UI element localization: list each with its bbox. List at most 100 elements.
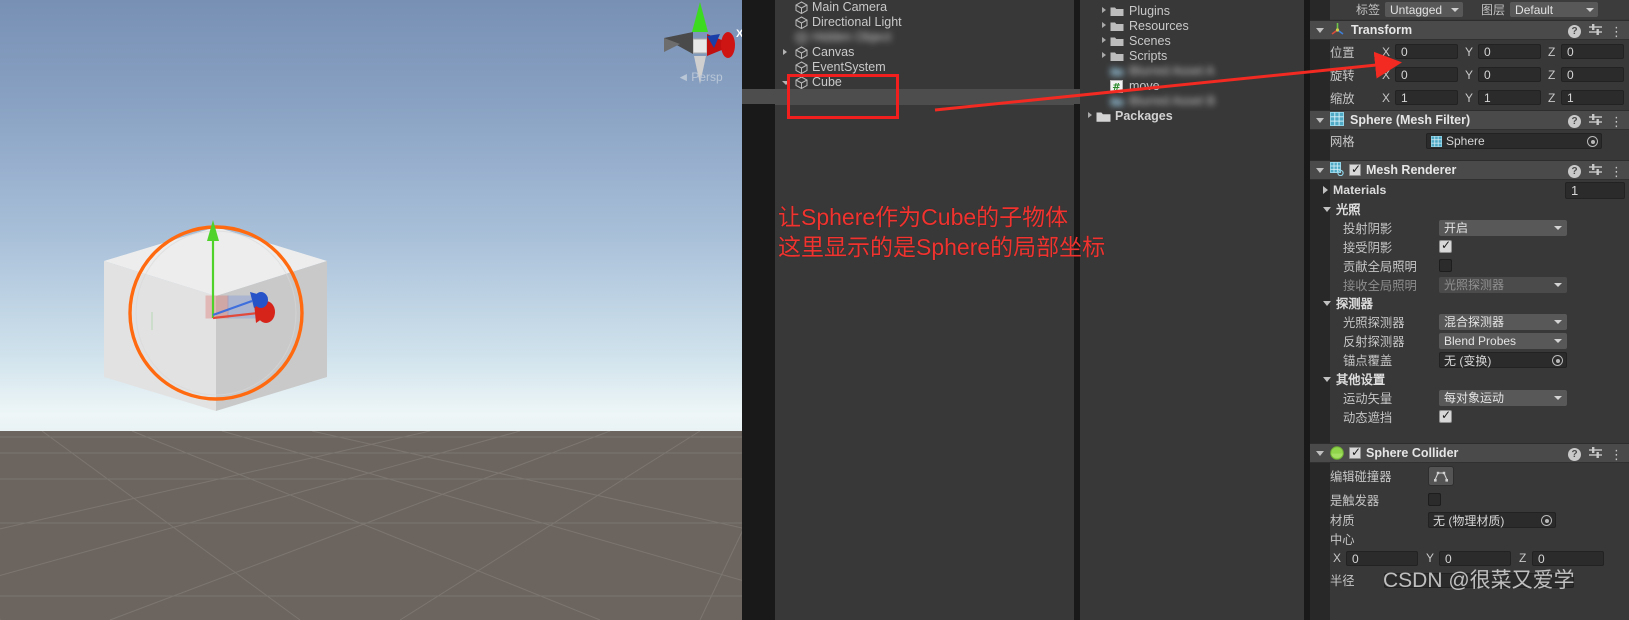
transform-y-field[interactable]: 1	[1478, 90, 1541, 105]
reflection-probes-dropdown[interactable]: Blend Probes	[1439, 332, 1567, 349]
anchor-override-field[interactable]: 无 (变换)	[1439, 352, 1567, 368]
project-item-blurred-asset-b[interactable]: Blurred Asset B	[1080, 93, 1310, 108]
hierarchy-item-main-camera[interactable]: Main Camera	[775, 0, 1080, 15]
transform-y-field[interactable]: 0	[1478, 44, 1541, 59]
hierarchy-item-hidden-object[interactable]: Hidden Object	[775, 30, 1080, 45]
project-item-scripts[interactable]: Scripts	[1080, 48, 1310, 63]
probes-section[interactable]: 探测器	[1310, 294, 1629, 312]
motion-vectors-dropdown[interactable]: 每对象运动	[1439, 389, 1567, 406]
mesh-object-field[interactable]: Sphere	[1426, 133, 1602, 149]
project-item-plugins[interactable]: Plugins	[1080, 3, 1310, 18]
transform-header-tools[interactable]: ? ⋮	[1568, 24, 1623, 39]
hierarchy-item-eventsystem[interactable]: EventSystem	[775, 60, 1080, 75]
layer-dropdown[interactable]: Default	[1510, 2, 1599, 17]
sphere-collider-foldout-icon[interactable]	[1316, 450, 1324, 456]
transform-foldout-icon[interactable]	[1316, 27, 1324, 33]
materials-foldout-icon[interactable]	[1323, 186, 1328, 194]
mesh-renderer-header[interactable]: Mesh Renderer ? ⋮	[1310, 160, 1629, 180]
hierarchy-item-label: Canvas	[812, 45, 855, 59]
kebab-menu-icon[interactable]: ⋮	[1610, 448, 1623, 461]
transform-x-field[interactable]: 0	[1395, 67, 1458, 82]
object-picker-icon[interactable]	[1552, 355, 1563, 366]
transform-scale-row: 缩放 X 1 Y 1 Z 1	[1310, 86, 1629, 109]
project-twirl-icon[interactable]	[1102, 22, 1106, 28]
is-trigger-checkbox[interactable]	[1428, 493, 1441, 506]
project-item-move[interactable]: # move	[1080, 78, 1310, 93]
transform-y-field[interactable]: 0	[1478, 67, 1541, 82]
preset-icon[interactable]	[1589, 447, 1602, 462]
gameobject-icon	[795, 1, 808, 15]
preset-icon[interactable]	[1589, 24, 1602, 39]
hierarchy-twirl-icon[interactable]	[783, 49, 787, 55]
project-twirl-icon[interactable]	[1102, 7, 1106, 13]
edit-collider-button[interactable]	[1428, 466, 1454, 486]
gameobject-icon	[795, 46, 808, 60]
materials-count-field[interactable]: 1	[1565, 181, 1625, 199]
transform-z-field[interactable]: 1	[1561, 90, 1624, 105]
help-icon[interactable]: ?	[1568, 115, 1581, 128]
mesh-renderer-foldout-icon[interactable]	[1316, 167, 1324, 173]
object-picker-icon[interactable]	[1541, 515, 1552, 526]
project-item-label: move	[1129, 78, 1160, 93]
folder-icon	[1110, 50, 1124, 62]
preset-icon[interactable]	[1589, 114, 1602, 129]
dynamic-occlusion-checkbox[interactable]	[1439, 408, 1452, 423]
scene-view[interactable]: ◄ Persp X	[0, 0, 742, 620]
project-panel[interactable]: Plugins Resources Scenes Scripts Blurred Ass…	[1080, 0, 1310, 620]
axis-z-label: Z	[1548, 44, 1556, 59]
dynamic-occlusion-label: 动态遮挡	[1343, 410, 1393, 425]
projection-mode-text: Persp	[691, 70, 723, 84]
lighting-label: 光照	[1336, 203, 1361, 217]
mesh-renderer-header-tools[interactable]: ? ⋮	[1568, 164, 1623, 179]
additional-settings-foldout-icon[interactable]	[1323, 376, 1331, 382]
lighting-foldout-icon[interactable]	[1323, 206, 1331, 212]
kebab-menu-icon[interactable]: ⋮	[1610, 165, 1623, 178]
project-twirl-icon[interactable]	[1088, 112, 1092, 118]
transform-row-label: 位置	[1330, 45, 1355, 60]
hierarchy-item-directional-light[interactable]: Directional Light	[775, 15, 1080, 30]
transform-header[interactable]: Transform ? ⋮	[1310, 20, 1629, 40]
additional-settings-section[interactable]: 其他设置	[1310, 370, 1629, 388]
object-picker-icon[interactable]	[1587, 136, 1598, 147]
scene-projection-label[interactable]: ◄ Persp	[660, 70, 740, 84]
transform-x-field[interactable]: 1	[1395, 90, 1458, 105]
help-icon[interactable]: ?	[1568, 448, 1581, 461]
receive-shadows-checkbox[interactable]	[1439, 238, 1452, 253]
transform-x-field[interactable]: 0	[1395, 44, 1458, 59]
mesh-label: 网格	[1330, 135, 1355, 149]
transform-z-field[interactable]: 0	[1561, 67, 1624, 82]
mesh-filter-header-tools[interactable]: ? ⋮	[1568, 114, 1623, 129]
project-twirl-icon[interactable]	[1102, 37, 1106, 43]
project-item-scenes[interactable]: Scenes	[1080, 33, 1310, 48]
project-item-blurred-asset-a[interactable]: Blurred Asset A	[1080, 63, 1310, 78]
mesh-filter-foldout-icon[interactable]	[1316, 117, 1324, 123]
project-item-packages[interactable]: Packages	[1080, 108, 1310, 123]
kebab-menu-icon[interactable]: ⋮	[1610, 115, 1623, 128]
mesh-filter-header[interactable]: Sphere (Mesh Filter) ? ⋮	[1310, 110, 1629, 130]
reflection-probes-row: 反射探测器 Blend Probes	[1310, 331, 1629, 350]
sphere-collider-header[interactable]: Sphere Collider ? ⋮	[1310, 443, 1629, 463]
project-item-resources[interactable]: Resources	[1080, 18, 1310, 33]
contribute-gi-checkbox[interactable]	[1439, 259, 1452, 272]
tag-dropdown[interactable]: Untagged	[1385, 2, 1464, 17]
help-icon[interactable]: ?	[1568, 25, 1581, 38]
hierarchy-item-canvas[interactable]: Canvas	[775, 45, 1080, 60]
help-icon[interactable]: ?	[1568, 165, 1581, 178]
mesh-renderer-icon	[1330, 161, 1344, 179]
light-probes-dropdown[interactable]: 混合探测器	[1439, 313, 1567, 330]
physic-material-field[interactable]: 无 (物理材质)	[1428, 512, 1556, 528]
sphere-collider-header-tools[interactable]: ? ⋮	[1568, 447, 1623, 462]
preset-icon[interactable]	[1589, 164, 1602, 179]
materials-row[interactable]: Materials 1	[1310, 180, 1629, 200]
cast-shadows-dropdown[interactable]: 开启	[1439, 219, 1567, 236]
reflection-probes-label: 反射探测器	[1343, 334, 1405, 349]
lighting-section[interactable]: 光照	[1310, 200, 1629, 218]
kebab-menu-icon[interactable]: ⋮	[1610, 25, 1623, 38]
transform-z-field[interactable]: 0	[1561, 44, 1624, 59]
probes-foldout-icon[interactable]	[1323, 300, 1331, 306]
dynamic-occlusion-row: 动态遮挡	[1310, 407, 1629, 426]
mesh-renderer-enabled-checkbox[interactable]	[1349, 162, 1361, 176]
project-twirl-icon[interactable]	[1102, 52, 1106, 58]
mesh-renderer-component: Mesh Renderer ? ⋮ Materials 1 光照 投射阴影 开启…	[1310, 160, 1629, 426]
sphere-collider-enabled-checkbox[interactable]	[1349, 445, 1361, 459]
